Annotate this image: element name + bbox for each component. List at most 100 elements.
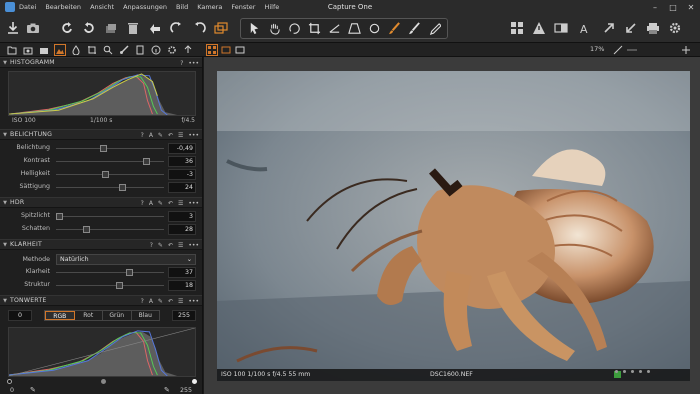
menu-icon[interactable]: ☰: [178, 298, 183, 305]
help-icon[interactable]: ?: [150, 242, 153, 249]
value-field[interactable]: 18: [168, 280, 196, 291]
trash-icon[interactable]: [124, 19, 142, 37]
viewer-image[interactable]: [217, 71, 690, 381]
star-icon[interactable]: [647, 370, 650, 373]
slider-handle[interactable]: [102, 171, 110, 178]
reset-icon[interactable]: ↶: [168, 298, 173, 305]
more-icon[interactable]: •••: [188, 200, 199, 207]
collapse-triangle-icon[interactable]: ▼: [0, 60, 10, 66]
crop-icon[interactable]: [308, 22, 321, 35]
menu-fenster[interactable]: Fenster: [231, 3, 255, 11]
value-field[interactable]: 3: [168, 211, 196, 222]
menu-datei[interactable]: Datei: [19, 3, 36, 11]
slider-track[interactable]: [56, 216, 164, 217]
more-icon[interactable]: •••: [188, 298, 199, 305]
pointer-icon[interactable]: [248, 22, 261, 35]
help-icon[interactable]: ?: [141, 200, 144, 207]
clipboard-icon[interactable]: [134, 44, 146, 56]
exposure-header[interactable]: ▼ BELICHTUNG ? A ✎ ↶ ☰ •••: [0, 129, 202, 140]
reset-icon[interactable]: ↶: [168, 132, 173, 139]
levels-header[interactable]: ▼ TONWERTE ? A ✎ ↶ ☰ •••: [0, 295, 202, 306]
value-field[interactable]: 37: [168, 267, 196, 278]
tab-rot[interactable]: Rot: [75, 311, 103, 320]
menu-icon[interactable]: ☰: [178, 200, 183, 207]
grid-view-icon[interactable]: [206, 44, 218, 56]
grid-icon[interactable]: [508, 19, 526, 37]
picker-icon[interactable]: [428, 22, 441, 35]
settings-icon[interactable]: [666, 19, 684, 37]
slider-track[interactable]: [56, 187, 164, 188]
more-icon[interactable]: •••: [188, 242, 199, 249]
apply-adjustments-icon[interactable]: [168, 19, 186, 37]
filmstrip-icon[interactable]: [234, 44, 246, 56]
print-icon[interactable]: [644, 19, 662, 37]
collapse-triangle-icon[interactable]: ▼: [0, 298, 10, 304]
help-icon[interactable]: ?: [141, 132, 144, 139]
slider-handle[interactable]: [82, 226, 90, 233]
star-icon[interactable]: [615, 370, 618, 373]
star-icon[interactable]: [639, 370, 642, 373]
close-button[interactable]: ✕: [682, 0, 700, 14]
histogram-header[interactable]: ▼ HISTOGRAMM ? •••: [0, 57, 202, 68]
maximize-button[interactable]: □: [664, 0, 682, 14]
camera-tab-icon[interactable]: [38, 44, 50, 56]
keystone-icon[interactable]: [347, 22, 361, 35]
search-icon[interactable]: [102, 44, 114, 56]
slider-handle[interactable]: [125, 269, 133, 276]
white-picker-icon[interactable]: ✎: [164, 386, 170, 394]
image-viewer[interactable]: ISO 100 1/100 s f/4.5 55 mm DSC1600.NEF: [204, 57, 700, 394]
minimize-button[interactable]: –: [646, 0, 664, 14]
levels-high-input[interactable]: 255: [172, 310, 196, 321]
collapse-triangle-icon[interactable]: ▼: [0, 132, 10, 138]
pan-icon[interactable]: [268, 22, 281, 35]
redo-icon[interactable]: [80, 19, 98, 37]
picker-icon[interactable]: ✎: [158, 298, 163, 305]
straighten-icon[interactable]: [328, 22, 341, 35]
black-picker-icon[interactable]: ✎: [30, 386, 36, 394]
levels-black-handle[interactable]: [7, 379, 12, 384]
help-icon[interactable]: ?: [180, 60, 183, 67]
export-icon[interactable]: [182, 44, 194, 56]
levels-white-handle[interactable]: [192, 379, 197, 384]
picker-icon[interactable]: ✎: [158, 200, 163, 207]
reset-icon[interactable]: ↶: [168, 200, 173, 207]
collapse-triangle-icon[interactable]: ▼: [0, 200, 10, 206]
menu-bild[interactable]: Bild: [176, 3, 188, 11]
zoom-out-icon[interactable]: [612, 44, 624, 56]
help-icon[interactable]: ?: [141, 298, 144, 305]
value-field[interactable]: 24: [168, 182, 196, 193]
method-select[interactable]: Natürlich ⌄: [56, 254, 196, 265]
slider-track[interactable]: [56, 285, 164, 286]
slider-track[interactable]: [56, 174, 164, 175]
copy-icon[interactable]: [102, 19, 120, 37]
levels-mid-handle[interactable]: [101, 379, 106, 384]
camera-icon[interactable]: [24, 19, 42, 37]
clarity-header[interactable]: ▼ KLARHEIT ? ✎ ↶ ☰ •••: [0, 239, 202, 250]
info-icon[interactable]: [150, 44, 162, 56]
color-icon[interactable]: [70, 44, 82, 56]
slider-handle[interactable]: [143, 158, 151, 165]
slider-handle[interactable]: [116, 282, 124, 289]
auto-icon[interactable]: A: [149, 132, 153, 139]
picker-icon[interactable]: ✎: [158, 242, 163, 249]
more-icon[interactable]: •••: [188, 132, 199, 139]
capture-icon[interactable]: [22, 44, 34, 56]
spot-icon[interactable]: [368, 22, 381, 35]
levels-low-input[interactable]: 0: [8, 310, 32, 321]
undo-icon[interactable]: [58, 19, 76, 37]
reset-icon[interactable]: ↶: [168, 242, 173, 249]
value-field[interactable]: 36: [168, 156, 196, 167]
slider-handle[interactable]: [55, 213, 63, 220]
collapse-triangle-icon[interactable]: ▼: [0, 242, 10, 248]
hdr-header[interactable]: ▼ HDR ? A ✎ ↶ ☰ •••: [0, 197, 202, 208]
menu-icon[interactable]: ☰: [178, 242, 183, 249]
menu-ansicht[interactable]: Ansicht: [90, 3, 114, 11]
lens-icon[interactable]: [86, 44, 98, 56]
star-icon[interactable]: [623, 370, 626, 373]
reset-icon[interactable]: [190, 19, 208, 37]
tab-rgb[interactable]: RGB: [45, 311, 75, 320]
single-view-icon[interactable]: [220, 44, 232, 56]
eraser-icon[interactable]: [408, 22, 421, 35]
more-icon[interactable]: •••: [188, 60, 199, 67]
gear-icon[interactable]: [166, 44, 178, 56]
